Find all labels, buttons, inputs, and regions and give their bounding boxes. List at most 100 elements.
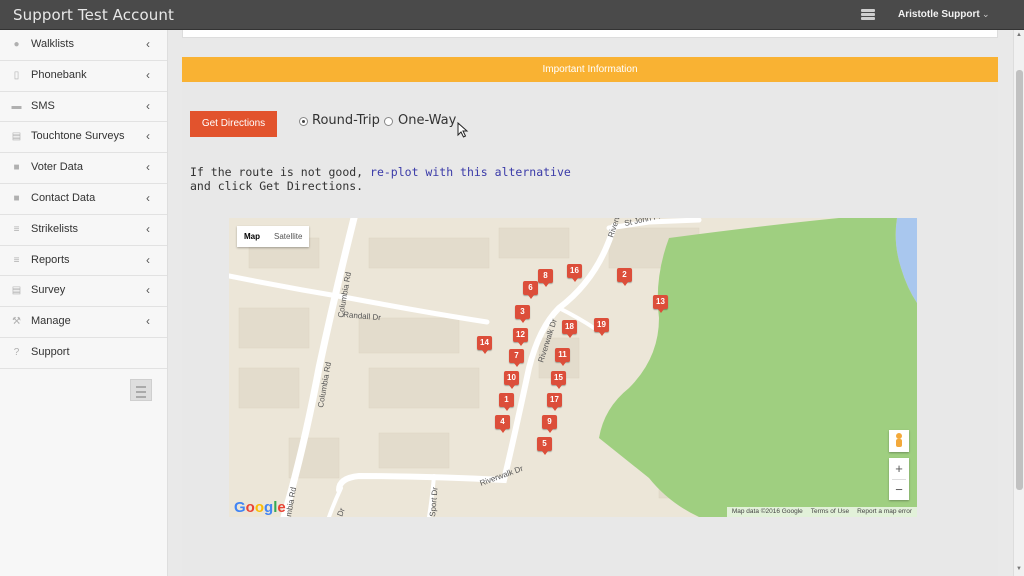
get-directions-button[interactable]: Get Directions xyxy=(190,111,277,137)
sidebar-item-survey[interactable]: ▤ Survey ‹ xyxy=(0,276,167,308)
user-menu[interactable]: Aristotle Support xyxy=(898,9,980,20)
sidebar-item-contact-data[interactable]: ■ Contact Data ‹ xyxy=(0,184,167,215)
sidebar-item-label: Voter Data xyxy=(31,161,83,174)
chevron-left-icon: ‹ xyxy=(146,221,150,236)
map-pin-icon: ● xyxy=(13,39,20,50)
scroll-thumb[interactable] xyxy=(1016,70,1023,490)
map-attribution: Map data ©2016 Google Terms of Use Repor… xyxy=(726,507,917,517)
map-marker-11[interactable]: 11 xyxy=(555,348,570,366)
sidebar-item-sms[interactable]: ▬ SMS ‹ xyxy=(0,92,167,123)
sidebar-collapse-toggle[interactable] xyxy=(130,379,152,401)
map-marker-7[interactable]: 7 xyxy=(509,349,524,367)
sidebar-item-voter-data[interactable]: ■ Voter Data ‹ xyxy=(0,153,167,184)
pegman-icon[interactable] xyxy=(889,430,909,452)
sidebar-item-reports[interactable]: ≡ Reports ‹ xyxy=(0,246,167,277)
one-way-radio[interactable] xyxy=(384,117,393,126)
important-information-header: Important Information xyxy=(182,57,998,82)
replot-link[interactable]: re-plot with this alternative xyxy=(370,165,571,179)
chevron-left-icon: ‹ xyxy=(146,98,150,113)
sidebar-item-phonebank[interactable]: ▯ Phonebank ‹ xyxy=(0,61,167,92)
chat-bubbles-icon: ▬ xyxy=(11,100,22,112)
zoom-control[interactable]: + − xyxy=(889,458,909,500)
map-marker-12[interactable]: 12 xyxy=(513,328,528,346)
map-type-map[interactable]: Map xyxy=(237,226,267,247)
scroll-down-icon[interactable]: ▼ xyxy=(1016,566,1022,572)
map-marker-1[interactable]: 1 xyxy=(499,393,514,411)
map-marker-5[interactable]: 5 xyxy=(537,437,552,455)
chevron-left-icon: ‹ xyxy=(146,129,150,144)
sidebar-item-label: Survey xyxy=(31,284,66,297)
map-marker-6[interactable]: 6 xyxy=(523,281,538,299)
sidebar-item-label: Reports xyxy=(31,253,70,266)
report-map-error-link[interactable]: Report a map error xyxy=(857,508,912,516)
chevron-left-icon: ‹ xyxy=(146,67,150,82)
map-marker-9[interactable]: 9 xyxy=(542,415,557,433)
briefcase-icon: ■ xyxy=(13,162,20,174)
scroll-up-icon[interactable]: ▲ xyxy=(1016,32,1022,38)
sidebar: ● Walklists ‹ ▯ Phonebank ‹ ▬ SMS ‹ ▤ Touchtone Su… xyxy=(0,30,168,576)
mobile-phone-icon: ▯ xyxy=(13,69,20,81)
sidebar-item-manage[interactable]: ⚒ Manage ‹ xyxy=(0,307,167,338)
zoom-out-button[interactable]: − xyxy=(889,479,909,500)
map-marker-10[interactable]: 10 xyxy=(504,371,519,389)
one-way-label[interactable]: One-Way xyxy=(398,113,456,128)
sidebar-item-strikelists[interactable]: ≡ Strikelists ‹ xyxy=(0,215,167,246)
map-marker-13[interactable]: 13 xyxy=(653,295,668,313)
map-type-control[interactable]: Map Satellite xyxy=(237,226,310,247)
list-menu-icon[interactable] xyxy=(861,9,875,20)
map-marker-15[interactable]: 15 xyxy=(551,371,566,389)
round-trip-label[interactable]: Round-Trip xyxy=(312,113,380,128)
sidebar-item-label: Touchtone Surveys xyxy=(31,130,125,143)
document-icon: ▤ xyxy=(11,131,22,143)
map-canvas[interactable]: Columbia Rd Columbia Rd Randall Dr River… xyxy=(229,218,917,517)
map-marker-2[interactable]: 2 xyxy=(617,268,632,286)
map-marker-14[interactable]: 14 xyxy=(477,336,492,354)
sidebar-item-label: Phonebank xyxy=(31,68,87,81)
map-data-credit: Map data ©2016 Google xyxy=(731,508,803,515)
route-note: If the route is not good, re-plot with t… xyxy=(190,165,571,193)
sidebar-item-label: Walklists xyxy=(31,38,74,50)
sidebar-item-label: Strikelists xyxy=(31,222,79,235)
chevron-left-icon: ‹ xyxy=(146,314,150,329)
map-marker-19[interactable]: 19 xyxy=(594,318,609,336)
sidebar-item-label: Support xyxy=(31,345,70,358)
map-marker-18[interactable]: 18 xyxy=(562,320,577,338)
directions-panel: Important Information Get Directions Rou… xyxy=(182,57,998,576)
zoom-in-button[interactable]: + xyxy=(889,458,909,479)
app-title: Support Test Account xyxy=(13,6,174,24)
sidebar-item-touchtone-surveys[interactable]: ▤ Touchtone Surveys ‹ xyxy=(0,122,167,154)
question-circle-icon: ? xyxy=(13,346,20,358)
sidebar-item-label: Contact Data xyxy=(31,191,96,204)
page-scrollbar[interactable]: ▲ ▼ xyxy=(1013,30,1024,576)
sidebar-item-label: SMS xyxy=(31,99,55,112)
google-logo: Google xyxy=(234,499,286,516)
map-marker-16[interactable]: 16 xyxy=(567,264,582,282)
chevron-left-icon: ‹ xyxy=(146,283,150,298)
chevron-left-icon: ‹ xyxy=(146,160,150,175)
mouse-cursor-icon xyxy=(457,122,469,138)
main-content: Important Information Get Directions Rou… xyxy=(168,30,1013,576)
sidebar-item-label: Manage xyxy=(31,315,71,328)
route-note-prefix: If the route is not good, xyxy=(190,165,364,179)
chevron-left-icon: ‹ xyxy=(146,190,150,205)
document-icon: ▤ xyxy=(11,285,22,297)
map-marker-3[interactable]: 3 xyxy=(515,305,530,323)
list-icon: ≡ xyxy=(13,254,20,266)
sidebar-item-support[interactable]: ? Support xyxy=(0,338,167,369)
map-type-satellite[interactable]: Satellite xyxy=(267,226,309,247)
round-trip-radio[interactable] xyxy=(299,117,308,126)
chevron-left-icon: ‹ xyxy=(146,37,150,51)
map-marker-4[interactable]: 4 xyxy=(495,415,510,433)
terms-of-use-link[interactable]: Terms of Use xyxy=(811,508,849,516)
wrench-icon: ⚒ xyxy=(12,316,21,328)
sidebar-item-walklists[interactable]: ● Walklists ‹ xyxy=(0,30,167,61)
chevron-left-icon: ‹ xyxy=(146,252,150,267)
chevron-down-icon[interactable]: ⌄ xyxy=(982,9,990,20)
route-map[interactable]: Columbia Rd Columbia Rd Randall Dr River… xyxy=(229,218,917,517)
briefcase-icon: ■ xyxy=(13,192,20,204)
route-note-suffix: and click Get Directions. xyxy=(190,179,364,193)
previous-panel xyxy=(182,30,998,38)
list-icon: ≡ xyxy=(13,223,20,235)
map-marker-8[interactable]: 8 xyxy=(538,269,553,287)
map-marker-17[interactable]: 17 xyxy=(547,393,562,411)
